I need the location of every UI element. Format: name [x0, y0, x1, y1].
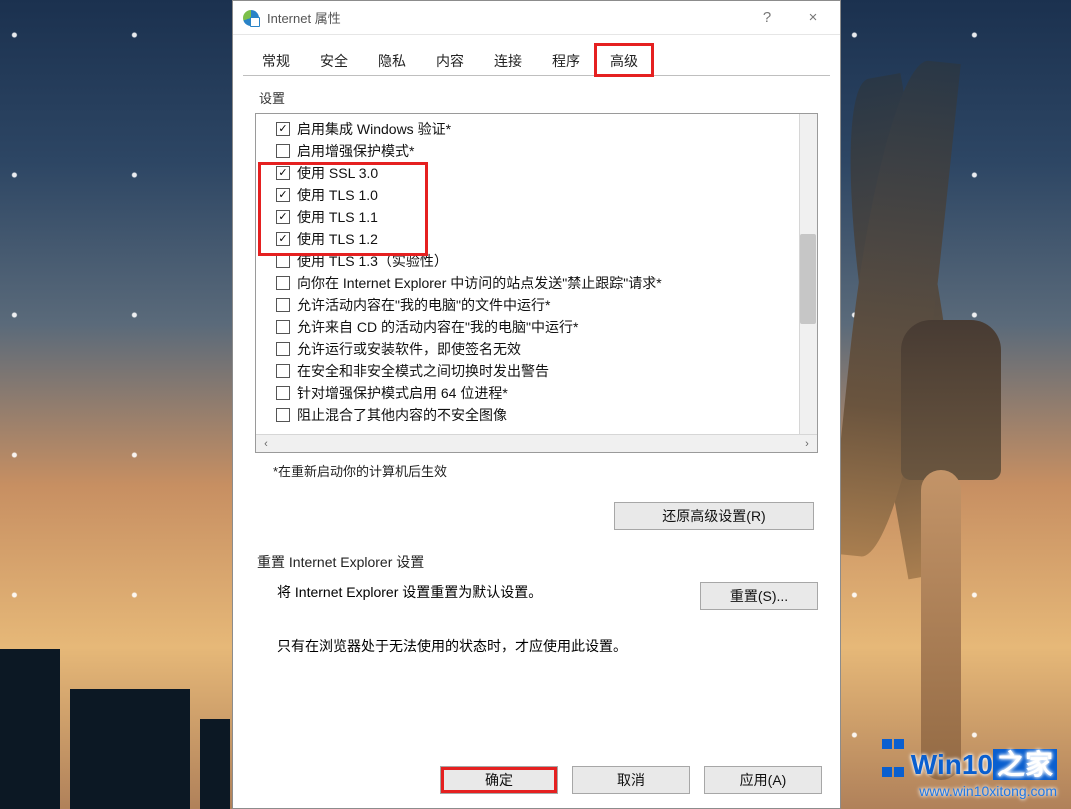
desktop-wallpaper: Win10之家 www.win10xitong.com Internet 属性 … — [0, 0, 1071, 809]
ok-button[interactable]: 确定 — [440, 766, 558, 794]
restore-advanced-button[interactable]: 还原高级设置(R) — [614, 502, 814, 530]
setting-row[interactable]: 向你在 Internet Explorer 中访问的站点发送"禁止跟踪"请求* — [276, 272, 811, 294]
setting-row[interactable]: 允许来自 CD 的活动内容在"我的电脑"中运行* — [276, 316, 811, 338]
watermark: Win10之家 www.win10xitong.com — [881, 727, 1057, 799]
setting-row[interactable]: 启用增强保护模式* — [276, 140, 811, 162]
cancel-button[interactable]: 取消 — [572, 766, 690, 794]
bg-figure — [821, 60, 1041, 720]
setting-row[interactable]: 在安全和非安全模式之间切换时发出警告 — [276, 360, 811, 382]
titlebar[interactable]: Internet 属性 ? × — [233, 1, 840, 35]
internet-options-icon — [243, 10, 259, 26]
checkbox[interactable] — [276, 188, 290, 202]
window-title: Internet 属性 — [267, 8, 341, 27]
settings-group-label: 设置 — [259, 88, 818, 107]
dialog-button-bar: 确定 取消 应用(A) — [233, 756, 840, 808]
checkbox[interactable] — [276, 122, 290, 136]
bg-shape — [70, 689, 190, 809]
setting-row[interactable]: 使用 TLS 1.3（实验性） — [276, 250, 811, 272]
checkbox[interactable] — [276, 144, 290, 158]
setting-row[interactable]: 阻止混合了其他内容的不安全图像 — [276, 404, 811, 426]
setting-row[interactable]: 使用 SSL 3.0 — [276, 162, 811, 184]
setting-label: 向你在 Internet Explorer 中访问的站点发送"禁止跟踪"请求* — [297, 273, 662, 293]
tab-advanced-page: 设置 启用集成 Windows 验证*启用增强保护模式*使用 SSL 3.0使用… — [233, 76, 840, 756]
internet-properties-dialog: Internet 属性 ? × 常规安全隐私内容连接程序高级 设置 启用集成 W… — [232, 0, 841, 809]
setting-label: 允许运行或安装软件，即使签名无效 — [297, 339, 521, 359]
setting-row[interactable]: 使用 TLS 1.2 — [276, 228, 811, 250]
setting-row[interactable]: 针对增强保护模式启用 64 位进程* — [276, 382, 811, 404]
bg-shape — [200, 719, 230, 809]
setting-label: 启用增强保护模式* — [297, 141, 414, 161]
setting-label: 针对增强保护模式启用 64 位进程* — [297, 383, 508, 403]
vertical-scrollbar[interactable] — [799, 114, 817, 434]
scroll-left-icon[interactable]: ‹ — [258, 437, 274, 451]
windows-logo-icon — [881, 727, 905, 783]
setting-row[interactable]: 启用集成 Windows 验证* — [276, 118, 811, 140]
checkbox[interactable] — [276, 276, 290, 290]
close-button[interactable]: × — [790, 3, 836, 33]
tab-连接[interactable]: 连接 — [479, 44, 537, 76]
checkbox[interactable] — [276, 210, 290, 224]
checkbox[interactable] — [276, 232, 290, 246]
checkbox[interactable] — [276, 408, 290, 422]
setting-row[interactable]: 使用 TLS 1.0 — [276, 184, 811, 206]
bg-shape — [0, 649, 60, 809]
apply-button[interactable]: 应用(A) — [704, 766, 822, 794]
horizontal-scrollbar[interactable]: ‹ › — [256, 434, 817, 452]
setting-label: 使用 TLS 1.0 — [297, 185, 378, 205]
setting-label: 在安全和非安全模式之间切换时发出警告 — [297, 361, 549, 381]
scroll-right-icon[interactable]: › — [799, 437, 815, 451]
settings-listbox[interactable]: 启用集成 Windows 验证*启用增强保护模式*使用 SSL 3.0使用 TL… — [255, 113, 818, 453]
restart-note: *在重新启动你的计算机后生效 — [273, 461, 818, 480]
reset-description: 将 Internet Explorer 设置重置为默认设置。 — [277, 582, 542, 602]
tab-隐私[interactable]: 隐私 — [363, 44, 421, 76]
checkbox[interactable] — [276, 254, 290, 268]
setting-label: 使用 SSL 3.0 — [297, 163, 378, 183]
checkbox[interactable] — [276, 166, 290, 180]
reset-warning: 只有在浏览器处于无法使用的状态时，才应使用此设置。 — [277, 636, 818, 656]
checkbox[interactable] — [276, 342, 290, 356]
setting-label: 使用 TLS 1.1 — [297, 207, 378, 227]
setting-row[interactable]: 使用 TLS 1.1 — [276, 206, 811, 228]
setting-label: 使用 TLS 1.2 — [297, 229, 378, 249]
checkbox[interactable] — [276, 298, 290, 312]
setting-label: 启用集成 Windows 验证* — [297, 119, 451, 139]
checkbox[interactable] — [276, 320, 290, 334]
setting-label: 允许来自 CD 的活动内容在"我的电脑"中运行* — [297, 317, 578, 337]
help-button[interactable]: ? — [744, 3, 790, 33]
checkbox[interactable] — [276, 364, 290, 378]
setting-label: 允许活动内容在"我的电脑"的文件中运行* — [297, 295, 550, 315]
reset-section-label: 重置 Internet Explorer 设置 — [257, 552, 818, 572]
tab-程序[interactable]: 程序 — [537, 44, 595, 76]
tab-常规[interactable]: 常规 — [247, 44, 305, 76]
tab-内容[interactable]: 内容 — [421, 44, 479, 76]
setting-row[interactable]: 允许运行或安装软件，即使签名无效 — [276, 338, 811, 360]
setting-label: 阻止混合了其他内容的不安全图像 — [297, 405, 507, 425]
setting-label: 使用 TLS 1.3（实验性） — [297, 251, 448, 271]
setting-row[interactable]: 允许活动内容在"我的电脑"的文件中运行* — [276, 294, 811, 316]
tab-strip: 常规安全隐私内容连接程序高级 — [243, 43, 830, 76]
tab-高级[interactable]: 高级 — [595, 44, 653, 76]
scroll-thumb[interactable] — [800, 234, 816, 324]
checkbox[interactable] — [276, 386, 290, 400]
tab-安全[interactable]: 安全 — [305, 44, 363, 76]
reset-button[interactable]: 重置(S)... — [700, 582, 818, 610]
